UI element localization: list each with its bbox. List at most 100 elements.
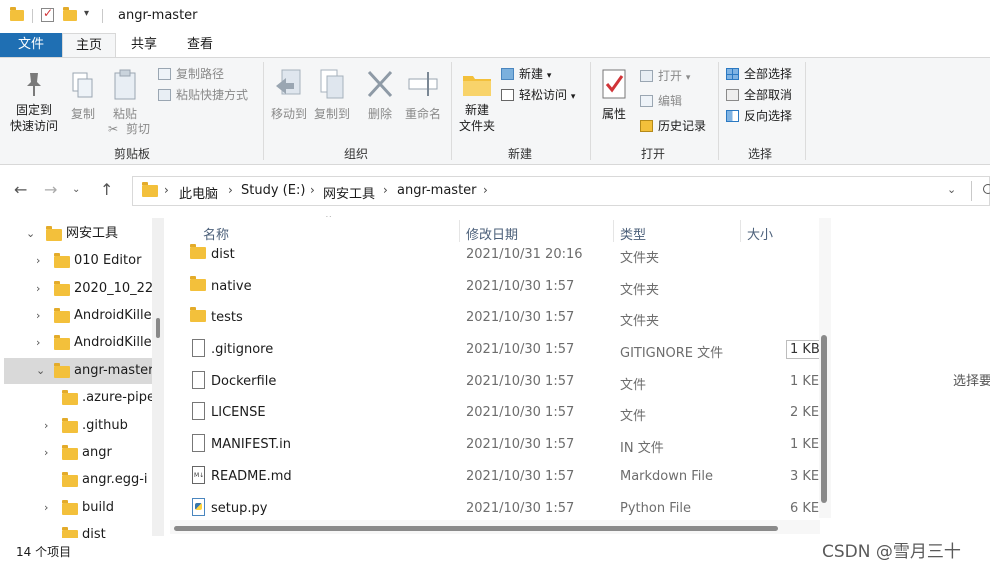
file-modified: 2021/10/31 20:16 — [466, 247, 583, 262]
tree-item-build[interactable]: › build — [0, 495, 152, 521]
tree-item-angr-egg-info[interactable]: angr.egg-i — [0, 467, 152, 493]
refresh-icon[interactable] — [983, 184, 990, 194]
file-name: native — [211, 279, 252, 294]
chevron-right-icon[interactable]: › — [36, 330, 40, 356]
navigation-scrollbar-thumb[interactable] — [156, 318, 160, 338]
breadcrumb-separator: › — [228, 183, 233, 197]
move-to-button[interactable]: 移动到 — [268, 68, 310, 122]
paste-shortcut-icon — [158, 89, 171, 101]
breadcrumb-current[interactable]: angr-master — [397, 183, 477, 198]
breadcrumb-this-pc[interactable]: 此电脑 — [179, 183, 218, 202]
folder-icon — [62, 527, 78, 538]
tab-file[interactable]: 文件 — [0, 33, 62, 57]
tab-share[interactable]: 共享 — [116, 33, 172, 57]
chevron-down-icon[interactable]: ⌄ — [36, 358, 45, 384]
tree-item-github[interactable]: › .github — [0, 413, 152, 439]
tree-item-androidkiller-1[interactable]: › AndroidKille — [0, 303, 152, 329]
chevron-right-icon[interactable]: › — [44, 495, 48, 521]
chevron-right-icon[interactable]: › — [44, 440, 48, 466]
back-arrow-icon[interactable]: ← — [14, 180, 27, 199]
copy-to-button[interactable]: 复制到 — [311, 68, 353, 122]
select-all-button[interactable]: 全部选择 — [726, 65, 792, 83]
new-folder-icon[interactable] — [63, 7, 77, 21]
preview-pane-message: 选择要 — [953, 374, 990, 389]
forward-arrow-icon[interactable]: → — [44, 180, 57, 199]
paste-shortcut-button[interactable]: 粘贴快捷方式 — [158, 86, 248, 104]
chevron-right-icon[interactable]: › — [36, 303, 40, 329]
breadcrumb-folder[interactable]: 网安工具 — [323, 183, 375, 202]
up-arrow-icon[interactable]: ↑ — [100, 180, 113, 199]
tree-item-010-editor[interactable]: › 010 Editor — [0, 248, 152, 274]
file-type: Markdown File — [620, 469, 714, 484]
tree-item-angr-master[interactable]: ⌄ angr-master — [4, 358, 154, 384]
navigation-scrollbar[interactable] — [152, 218, 164, 536]
tree-item-angr[interactable]: › angr — [0, 440, 152, 466]
breadcrumb-separator: › — [164, 183, 169, 197]
tree-item-label: .github — [82, 418, 128, 433]
file-list-vertical-scrollbar-thumb[interactable] — [821, 335, 827, 503]
easy-access-button[interactable]: 轻松访问 ▾ — [501, 86, 575, 104]
cut-button[interactable]: ✂ 剪切 — [108, 120, 150, 138]
paste-button[interactable]: 粘贴 — [106, 68, 144, 122]
file-row-license[interactable]: LICENSE 2021/10/30 1:57 文件 2 KE — [170, 397, 820, 429]
customize-dropdown-icon[interactable]: ▾ — [84, 8, 89, 19]
pin-quick-access-button[interactable]: 固定到 快速访问 — [6, 70, 62, 134]
copy-to-icon — [320, 69, 344, 99]
file-name: Dockerfile — [211, 374, 277, 389]
chevron-right-icon[interactable]: › — [44, 413, 48, 439]
tree-item-dist[interactable]: dist — [0, 522, 152, 538]
history-icon — [640, 120, 653, 132]
file-size: 2 KE — [790, 405, 820, 420]
tree-item-wangan[interactable]: ⌄ 网安工具 — [0, 221, 152, 247]
file-row-gitignore[interactable]: .gitignore 2021/10/30 1:57 GITIGNORE 文件 … — [170, 334, 824, 366]
tree-item-label: 2020_10_22 — [74, 281, 154, 296]
file-modified: 2021/10/30 1:57 — [466, 374, 575, 389]
history-button[interactable]: 历史记录 — [640, 117, 706, 135]
edit-button[interactable]: 编辑 — [640, 92, 682, 110]
file-row-dist[interactable]: dist 2021/10/31 20:16 文件夹 — [170, 239, 818, 271]
tree-item-azure-pipelines[interactable]: .azure-pipe — [0, 385, 155, 411]
paste-shortcut-label: 粘贴快捷方式 — [176, 88, 249, 102]
tab-home[interactable]: 主页 — [62, 33, 116, 57]
file-modified: 2021/10/30 1:57 — [466, 501, 575, 516]
folder-icon — [54, 335, 70, 350]
new-item-button[interactable]: 新建 ▾ — [501, 65, 551, 83]
address-dropdown-icon[interactable]: ⌄ — [947, 183, 956, 196]
file-row-dockerfile[interactable]: Dockerfile 2021/10/30 1:57 文件 1 KE — [170, 366, 819, 398]
rename-button[interactable]: 重命名 — [401, 68, 445, 122]
chevron-right-icon[interactable]: › — [36, 248, 40, 274]
copy-path-button[interactable]: 复制路径 — [158, 65, 224, 83]
new-folder-button[interactable]: 新建 文件夹 — [455, 68, 499, 134]
title-bar: ✓ ▾ angr-master — [0, 0, 990, 33]
file-list-horizontal-scrollbar-thumb[interactable] — [174, 526, 778, 531]
properties-button[interactable]: 属性 — [596, 68, 632, 122]
select-none-button[interactable]: 全部取消 — [726, 86, 792, 104]
invert-selection-button[interactable]: 反向选择 — [726, 107, 792, 125]
file-row-manifest[interactable]: MANIFEST.in 2021/10/30 1:57 IN 文件 1 KE — [170, 429, 819, 461]
delete-button[interactable]: 删除 — [363, 68, 397, 122]
tree-item-androidkiller-2[interactable]: › AndroidKille — [0, 330, 152, 356]
delete-label: 删除 — [367, 107, 392, 121]
address-bar[interactable]: › 此电脑 › Study (E:) › 网安工具 › angr-master … — [132, 176, 990, 206]
chevron-right-icon[interactable]: › — [36, 276, 40, 302]
properties-check-icon[interactable]: ✓ — [41, 6, 54, 22]
recent-dropdown-icon[interactable]: ⌄ — [72, 184, 80, 195]
file-row-tests[interactable]: tests 2021/10/30 1:57 文件夹 — [170, 302, 818, 334]
open-button[interactable]: 打开 ▾ — [640, 67, 690, 85]
file-row-native[interactable]: native 2021/10/30 1:57 文件夹 — [170, 271, 818, 303]
chevron-down-icon[interactable]: ⌄ — [26, 221, 35, 247]
new-item-icon — [501, 68, 514, 80]
file-name: LICENSE — [211, 405, 266, 420]
invert-selection-icon — [726, 110, 739, 122]
tree-item-2020-10-22[interactable]: › 2020_10_22 — [0, 276, 154, 302]
file-icon — [192, 434, 205, 452]
navigation-pane: ⌄ 网安工具 › 010 Editor › 2020_10_22 › Andro… — [0, 216, 165, 538]
properties-icon — [602, 69, 626, 99]
group-divider — [263, 62, 264, 160]
file-row-readme[interactable]: M↓ README.md 2021/10/30 1:57 Markdown Fi… — [170, 461, 819, 493]
copy-button[interactable]: 复制 — [66, 70, 100, 122]
tab-view[interactable]: 查看 — [172, 33, 228, 57]
file-icon — [192, 339, 205, 357]
clipboard-icon — [114, 69, 136, 100]
breadcrumb-drive[interactable]: Study (E:) — [241, 183, 305, 198]
